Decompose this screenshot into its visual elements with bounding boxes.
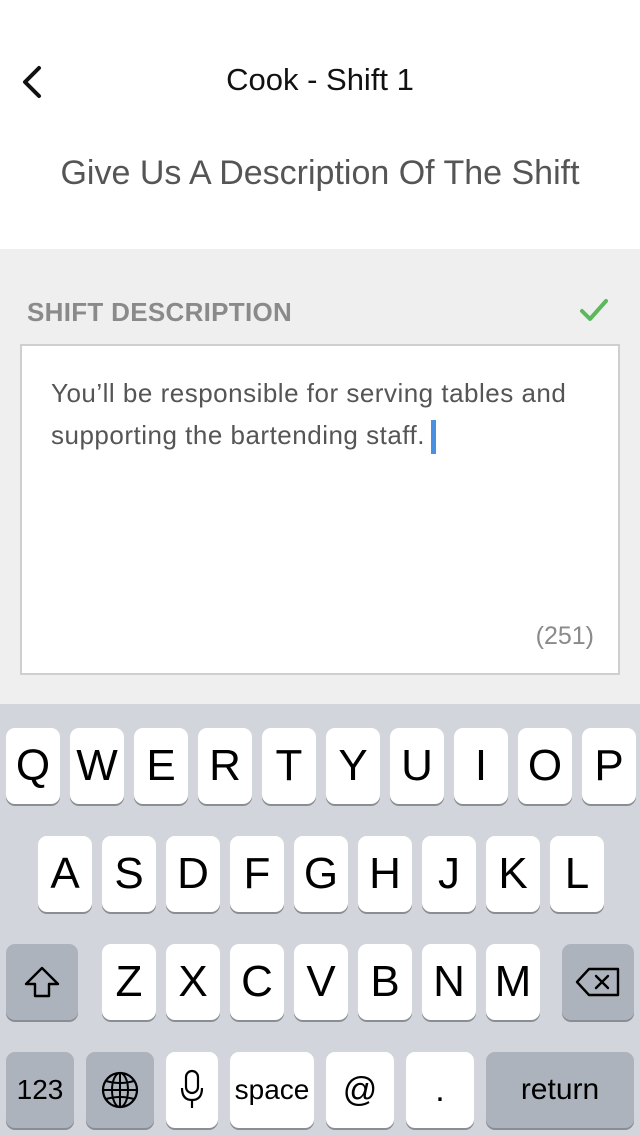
backspace-icon (575, 967, 620, 997)
key-g[interactable]: G (294, 836, 348, 912)
back-button[interactable] (10, 58, 54, 106)
key-t[interactable]: T (262, 728, 316, 804)
character-count: (251) (535, 622, 594, 650)
shift-description-textarea[interactable]: You’ll be responsible for serving tables… (20, 344, 620, 675)
page-subtitle: Give Us A Description Of The Shift (60, 154, 580, 192)
at-key[interactable]: @ (326, 1052, 394, 1128)
description-text: You’ll be responsible for serving tables… (51, 378, 567, 450)
keyboard: Q W E R T Y U I O P A S D F G H J K L Z … (0, 704, 640, 1136)
numbers-key[interactable]: 123 (6, 1052, 74, 1128)
section-label: SHIFT DESCRIPTION (27, 297, 293, 327)
microphone-icon (180, 1069, 204, 1108)
key-a[interactable]: A (38, 836, 92, 912)
delete-key[interactable] (562, 944, 634, 1020)
shift-key[interactable] (6, 944, 78, 1020)
globe-icon (101, 1071, 139, 1109)
text-cursor (431, 420, 436, 455)
key-o[interactable]: O (518, 728, 572, 804)
key-q[interactable]: Q (6, 728, 60, 804)
form-section: SHIFT DESCRIPTION You’ll be responsible … (0, 249, 640, 704)
key-p[interactable]: P (582, 728, 636, 804)
key-j[interactable]: J (422, 836, 476, 912)
key-w[interactable]: W (70, 728, 124, 804)
key-x[interactable]: X (166, 944, 220, 1020)
dictation-key[interactable] (166, 1052, 218, 1128)
shift-arrow-icon (24, 966, 60, 998)
return-key[interactable]: return (486, 1052, 634, 1128)
key-s[interactable]: S (102, 836, 156, 912)
key-i[interactable]: I (454, 728, 508, 804)
globe-key[interactable] (86, 1052, 154, 1128)
key-m[interactable]: M (486, 944, 540, 1020)
chevron-left-icon (23, 66, 41, 98)
key-f[interactable]: F (230, 836, 284, 912)
key-c[interactable]: C (230, 944, 284, 1020)
key-d[interactable]: D (166, 836, 220, 912)
key-l[interactable]: L (550, 836, 604, 912)
key-b[interactable]: B (358, 944, 412, 1020)
textarea-content: You’ll be responsible for serving tables… (51, 372, 591, 456)
key-e[interactable]: E (134, 728, 188, 804)
key-n[interactable]: N (422, 944, 476, 1020)
key-v[interactable]: V (294, 944, 348, 1020)
space-key[interactable]: space (230, 1052, 314, 1128)
key-u[interactable]: U (390, 728, 444, 804)
page-title: Cook - Shift 1 (226, 62, 414, 97)
key-r[interactable]: R (198, 728, 252, 804)
period-key[interactable]: . (406, 1052, 474, 1128)
key-z[interactable]: Z (102, 944, 156, 1020)
key-k[interactable]: K (486, 836, 540, 912)
key-y[interactable]: Y (326, 728, 380, 804)
navigation-bar: Cook - Shift 1 (0, 0, 640, 140)
checkmark-icon (580, 299, 608, 321)
key-h[interactable]: H (358, 836, 412, 912)
